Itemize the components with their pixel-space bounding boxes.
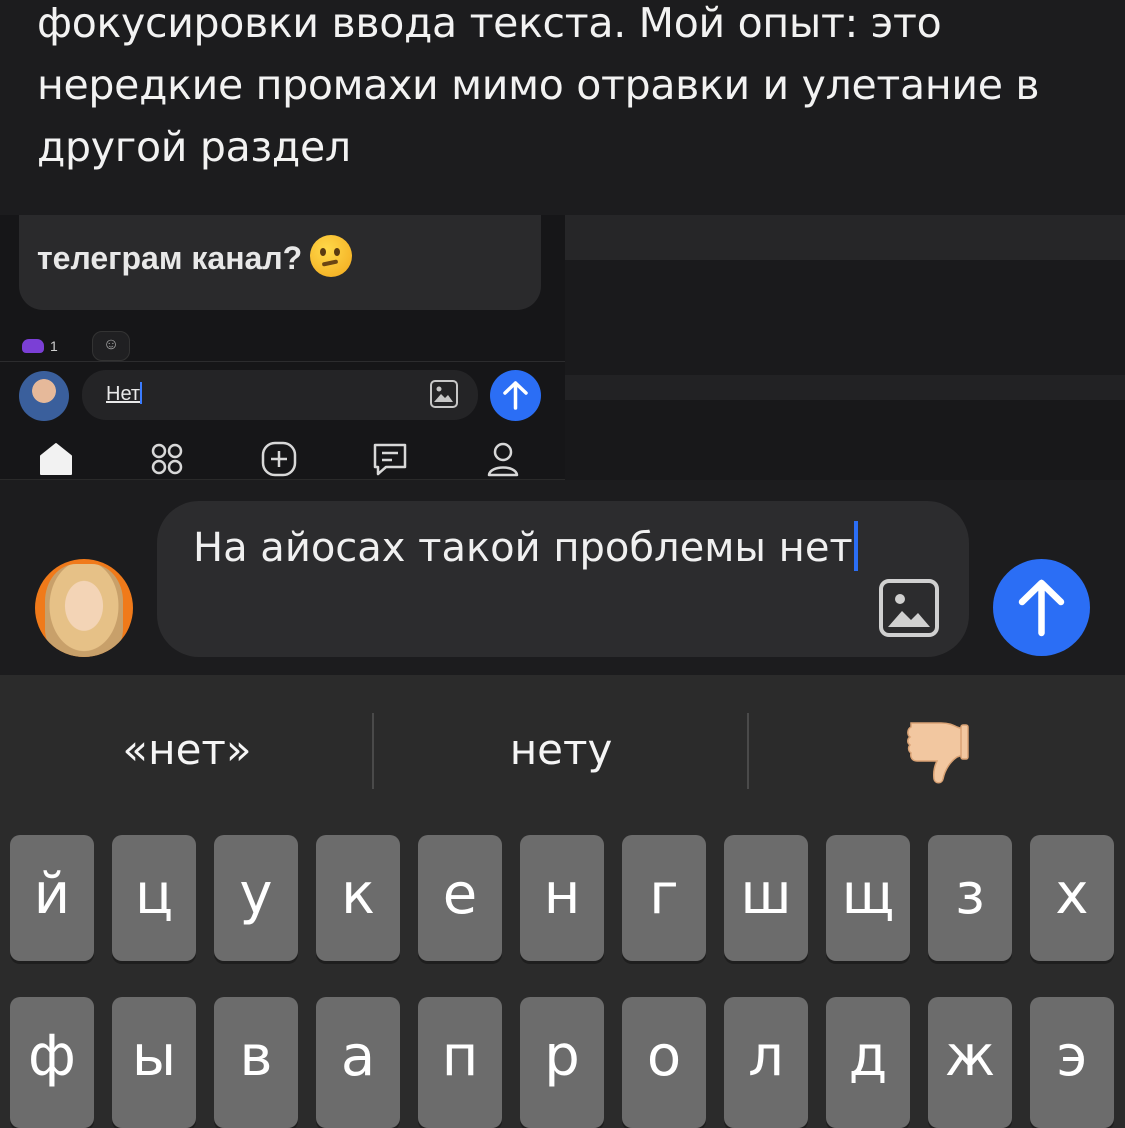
avatar-photo <box>45 564 123 657</box>
heart-reaction-icon[interactable] <box>22 338 44 353</box>
keyboard: «нет» нету й ц у к е н г ш щ з х ф ы в а… <box>0 675 1125 1128</box>
key-х[interactable]: х <box>1030 835 1114 961</box>
key-ш[interactable]: ш <box>724 835 808 961</box>
blurred-background-area <box>565 215 1125 480</box>
key-е[interactable]: е <box>418 835 502 961</box>
message-text: телеграм канал? <box>37 235 353 277</box>
send-button[interactable] <box>993 559 1090 656</box>
arrow-up-icon <box>1018 579 1065 637</box>
embedded-screenshot: телеграм канал? 1 ☺ Нет <box>0 215 1125 480</box>
suggestion-1[interactable]: «нет» <box>0 715 374 785</box>
suggestion-bar: «нет» нету <box>0 675 1125 830</box>
compose-bar: На айосах такой проблемы нет <box>0 480 1125 675</box>
key-ц[interactable]: ц <box>112 835 196 961</box>
thinking-face-icon <box>310 235 353 277</box>
home-icon[interactable] <box>38 441 74 477</box>
reply-input[interactable]: Нет <box>82 370 478 420</box>
key-ж[interactable]: ж <box>928 997 1012 1128</box>
key-у[interactable]: у <box>214 835 298 961</box>
key-п[interactable]: п <box>418 997 502 1128</box>
profile-icon[interactable] <box>485 441 521 477</box>
text-cursor <box>140 382 143 404</box>
blurred-band <box>565 375 1125 400</box>
reaction-count: 1 <box>50 337 58 354</box>
blurred-band <box>565 260 1125 375</box>
image-icon[interactable] <box>879 579 939 637</box>
thumbs-down-icon <box>907 722 969 784</box>
suggestion-3[interactable] <box>749 715 1125 785</box>
key-к[interactable]: к <box>316 835 400 961</box>
image-icon[interactable] <box>430 380 458 408</box>
message-input-value: На айосах такой проблемы нет <box>193 519 893 578</box>
key-д[interactable]: д <box>826 997 910 1128</box>
messages-icon[interactable] <box>372 441 408 477</box>
key-г[interactable]: г <box>622 835 706 961</box>
arrow-up-icon <box>503 381 528 410</box>
divider <box>0 361 565 362</box>
key-л[interactable]: л <box>724 997 808 1128</box>
key-р[interactable]: р <box>520 997 604 1128</box>
reactions-bar[interactable]: 1 ☺ <box>22 331 130 363</box>
key-ф[interactable]: ф <box>10 997 94 1128</box>
bottom-navigation <box>0 441 565 479</box>
key-в[interactable]: в <box>214 997 298 1128</box>
blurred-band <box>565 215 1125 260</box>
avatar[interactable] <box>35 559 133 657</box>
add-icon[interactable] <box>261 441 297 477</box>
avatar[interactable] <box>19 371 69 421</box>
key-о[interactable]: о <box>622 997 706 1128</box>
blurred-band <box>565 400 1125 480</box>
key-з[interactable]: з <box>928 835 1012 961</box>
reply-input-value: Нет <box>106 382 143 405</box>
embedded-app-view: телеграм канал? 1 ☺ Нет <box>0 215 565 480</box>
key-й[interactable]: й <box>10 835 94 961</box>
key-а[interactable]: а <box>316 997 400 1128</box>
add-reaction-icon[interactable]: ☺ <box>92 331 130 361</box>
text-cursor <box>853 521 858 571</box>
key-ы[interactable]: ы <box>112 997 196 1128</box>
key-э[interactable]: э <box>1030 997 1114 1128</box>
apps-grid-icon[interactable] <box>149 441 185 477</box>
key-н[interactable]: н <box>520 835 604 961</box>
suggestion-2[interactable]: нету <box>374 715 748 785</box>
message-input[interactable]: На айосах такой проблемы нет <box>157 501 969 657</box>
send-button[interactable] <box>490 370 541 421</box>
key-щ[interactable]: щ <box>826 835 910 961</box>
comment-text: фокусировки ввода текста. Мой опыт: это … <box>37 0 1040 171</box>
comment-text-block: фокусировки ввода текста. Мой опыт: это … <box>0 0 1125 215</box>
